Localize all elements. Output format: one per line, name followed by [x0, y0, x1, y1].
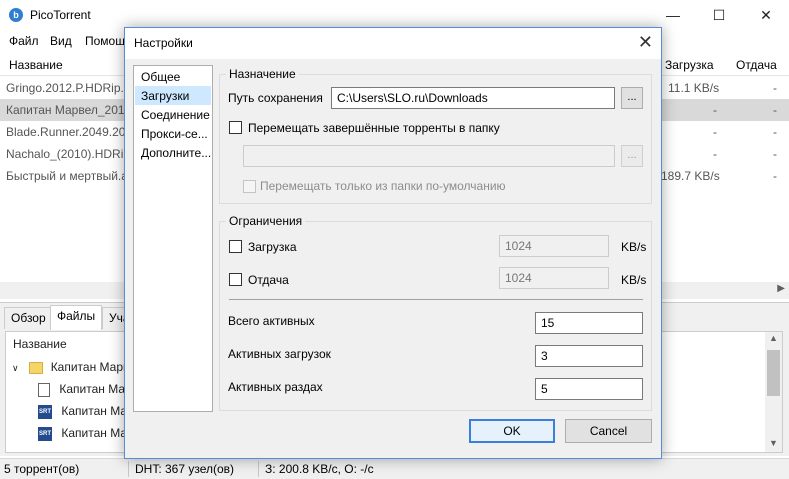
torrent-download-rate: -: [713, 103, 717, 117]
statusbar: 5 торрент(ов) DHT: 367 узел(ов) З: 200.8…: [0, 458, 789, 479]
status-rates: З: 200.8 KB/c, O: -/c: [265, 462, 374, 476]
active-seeds-label: Активных раздах: [228, 380, 323, 394]
chevron-down-icon[interactable]: ∨: [12, 363, 26, 374]
torrent-name: Быстрый и мертвый.а: [6, 169, 128, 183]
torrent-upload-rate: -: [773, 103, 777, 117]
active-seeds-input[interactable]: [535, 378, 643, 400]
srt-file-icon: SRT: [38, 404, 52, 419]
menu-view[interactable]: Вид: [50, 34, 72, 48]
scroll-down-icon[interactable]: ▼: [769, 438, 778, 448]
tab-files[interactable]: Файлы: [50, 305, 103, 330]
nav-item-advanced[interactable]: Дополните...: [135, 143, 211, 162]
status-dht: DHT: 367 узел(ов): [135, 462, 235, 476]
status-divider: [128, 461, 129, 477]
srt-file-icon: SRT: [38, 426, 52, 441]
move-from-default-label: Перемещать только из папки по-умолчанию: [260, 179, 506, 193]
upload-limit-checkbox[interactable]: [229, 273, 242, 286]
upload-limit-label[interactable]: Отдача: [248, 273, 289, 287]
dialog-close-icon[interactable]: ✕: [638, 32, 653, 53]
save-path-browse-button[interactable]: ...: [621, 87, 643, 109]
close-window-button[interactable]: ✕: [743, 0, 789, 30]
destination-group-label: Назначение: [226, 67, 299, 81]
move-path-browse-button: ...: [621, 145, 643, 167]
column-name[interactable]: Название: [9, 58, 63, 72]
files-column-name[interactable]: Название: [13, 337, 67, 351]
upload-limit-input: [499, 267, 609, 289]
nav-item-general[interactable]: Общее: [135, 67, 211, 86]
files-vertical-scrollbar[interactable]: ▲ ▼: [765, 332, 782, 452]
tree-item-label: Капитан Мар: [61, 404, 134, 418]
active-downloads-input[interactable]: [535, 345, 643, 367]
file-icon: [38, 382, 50, 397]
download-limit-checkbox[interactable]: [229, 240, 242, 253]
torrent-name: Gringo.2012.P.HDRip.1: [6, 81, 131, 95]
settings-dialog: Настройки ✕ Общее Загрузки Соединение Пр…: [124, 27, 662, 459]
dialog-title: Настройки: [134, 36, 193, 50]
tab-overview[interactable]: Обзор: [4, 307, 53, 329]
settings-nav-list: Общее Загрузки Соединение Прокси-се... Д…: [133, 65, 213, 412]
tree-item-label: Капитан Мар: [61, 426, 134, 440]
torrent-upload-rate: -: [773, 169, 777, 183]
move-from-default-checkbox: [243, 180, 256, 193]
minimize-button[interactable]: —: [650, 0, 696, 30]
save-path-label: Путь сохранения: [228, 91, 323, 105]
torrent-download-rate: -: [713, 147, 717, 161]
limits-divider: [229, 299, 643, 300]
maximize-button[interactable]: ☐: [696, 0, 742, 30]
picotorrent-logo-icon: b: [9, 8, 23, 22]
torrent-download-rate: 189.7 KB/s: [661, 169, 720, 183]
ok-button[interactable]: OK: [469, 419, 555, 443]
torrent-download-rate: -: [713, 125, 717, 139]
app-title: PicoTorrent: [30, 8, 91, 22]
nav-item-proxy[interactable]: Прокси-се...: [135, 124, 211, 143]
cancel-button[interactable]: Cancel: [565, 419, 652, 443]
torrent-download-rate: 11.1 KB/s: [668, 81, 720, 95]
column-upload[interactable]: Отдача: [736, 58, 777, 72]
tree-item-file[interactable]: SRT Капитан Мар: [38, 426, 134, 441]
total-active-input[interactable]: [535, 312, 643, 334]
move-completed-checkbox[interactable]: [229, 121, 242, 134]
tree-item-file[interactable]: SRT Капитан Мар: [38, 404, 134, 419]
upload-limit-unit: KB/s: [621, 273, 647, 287]
nav-item-downloads[interactable]: Загрузки: [135, 86, 211, 105]
torrent-name: Капитан Марвел_2019: [6, 103, 132, 117]
column-download[interactable]: Загрузка: [665, 58, 714, 72]
main-titlebar: b PicoTorrent — ☐ ✕: [0, 0, 789, 30]
folder-icon: [29, 361, 44, 374]
tree-item-file[interactable]: Капитан Мар: [38, 382, 132, 397]
save-path-input[interactable]: [331, 87, 615, 109]
move-completed-label[interactable]: Перемещать завершённые торренты в папку: [248, 121, 500, 135]
dialog-titlebar: Настройки ✕: [125, 28, 661, 59]
menu-file[interactable]: Файл: [9, 34, 39, 48]
scroll-up-icon[interactable]: ▲: [769, 333, 778, 343]
scroll-right-icon[interactable]: ▶: [777, 283, 785, 294]
torrent-upload-rate: -: [773, 81, 777, 95]
download-limit-input: [499, 235, 609, 257]
torrent-upload-rate: -: [773, 125, 777, 139]
nav-item-connection[interactable]: Соединение: [135, 105, 211, 124]
download-limit-unit: KB/s: [621, 240, 647, 254]
tree-item-label: Капитан Мар: [59, 382, 132, 396]
status-torrent-count: 5 торрент(ов): [4, 462, 80, 476]
menu-help[interactable]: Помош: [85, 34, 125, 48]
total-active-label: Всего активных: [228, 314, 315, 328]
move-path-input: [243, 145, 615, 167]
tree-item-folder[interactable]: ∨ Капитан Марве: [12, 360, 136, 374]
torrent-upload-rate: -: [773, 147, 777, 161]
limits-group-label: Ограничения: [226, 214, 306, 228]
scrollbar-thumb[interactable]: [767, 350, 780, 396]
active-downloads-label: Активных загрузок: [228, 347, 331, 361]
torrent-name: Blade.Runner.2049.201: [6, 125, 133, 139]
status-divider: [258, 461, 259, 477]
download-limit-label[interactable]: Загрузка: [248, 240, 297, 254]
torrent-name: Nachalo_(2010).HDRip: [6, 147, 131, 161]
